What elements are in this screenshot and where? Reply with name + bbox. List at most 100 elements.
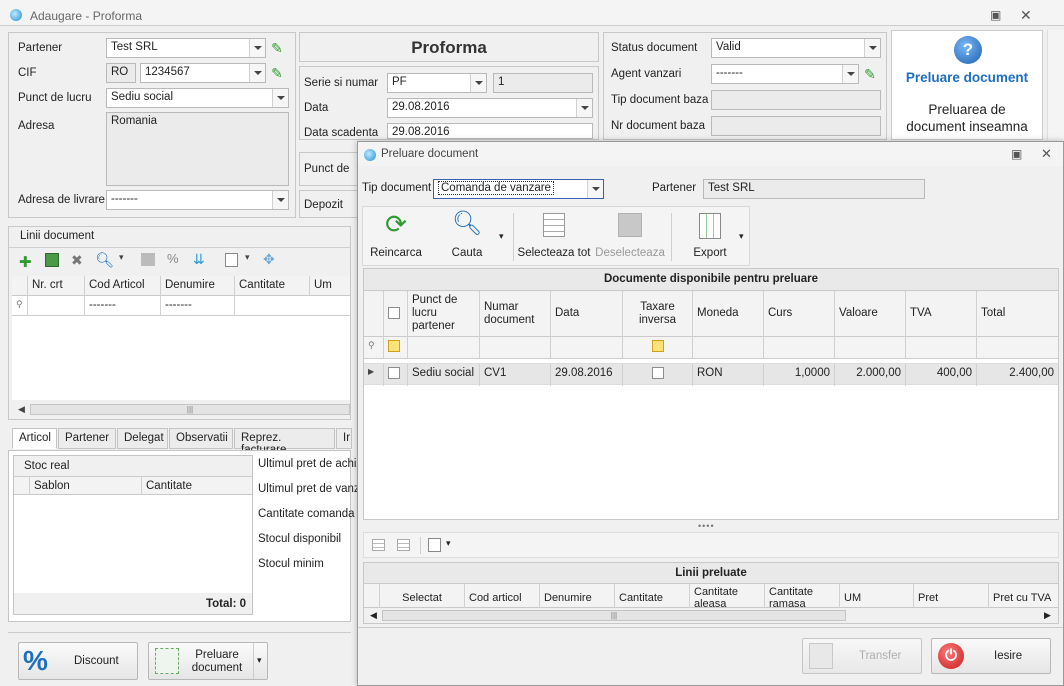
serie-select[interactable]: PF [387,73,487,93]
col-cantitate[interactable]: Cantitate [235,276,310,296]
chevron-down-icon[interactable] [470,74,486,92]
numar-input[interactable]: 1 [493,73,593,93]
percent-icon[interactable]: % [167,251,179,266]
scroll-right-icon[interactable]: ▶ [1044,610,1051,621]
help-scrollbar[interactable] [1047,30,1064,140]
row-checkbox[interactable] [384,364,408,386]
filter-denumire[interactable]: ------- [161,296,235,316]
documente-filter-row[interactable]: ⚲ [364,337,1058,359]
filter-cod[interactable]: ------- [85,296,161,316]
linii-filter-row[interactable]: ⚲ ------- ------- [12,296,350,316]
punct-lucru-select[interactable]: Sediu social [106,88,289,108]
col-denumire[interactable]: Denumire [540,584,615,608]
restore-icon[interactable]: ▣ [1011,147,1022,161]
stamp-icon[interactable] [141,253,155,266]
col-selectat[interactable]: Selectat [380,584,465,608]
col-taxare-inversa[interactable]: Taxare inversa [623,291,693,337]
col-valoare[interactable]: Valoare [835,291,906,337]
chevron-down-icon[interactable]: ▾ [245,252,250,263]
tab-delegat[interactable]: Delegat [117,428,168,449]
reincarca-button[interactable]: ⟳ Reincarca [367,209,425,265]
splitter-handle[interactable]: •••• [698,521,715,531]
col-curs[interactable]: Curs [764,291,835,337]
transfer-button[interactable]: Transfer [802,638,922,674]
chevron-down-icon[interactable]: ▾ [739,231,744,242]
chevron-down-icon[interactable] [249,64,265,82]
discount-button[interactable]: % Discount [18,642,138,680]
col-denumire[interactable]: Denumire [161,276,235,296]
scroll-left-icon[interactable]: ◀ [370,610,377,621]
chevron-down-icon[interactable]: ▾ [446,538,451,549]
selecteaza-tot-button[interactable]: Selecteaza tot [517,209,591,265]
col-numar-document[interactable]: Numar document [480,291,551,337]
select-all-checkbox[interactable] [384,291,408,337]
agent-select[interactable]: ------- [711,64,859,84]
chevron-down-icon[interactable] [864,39,880,57]
col-moneda[interactable]: Moneda [693,291,764,337]
filter-taxare-icon[interactable] [623,337,693,359]
col-pret-cu-tva[interactable]: Pret cu TVA [989,584,1058,608]
chevron-down-icon[interactable]: ▾ [257,655,262,666]
export-button[interactable]: Export ▾ [679,209,744,265]
col-tva[interactable]: TVA [906,291,977,337]
row-taxare-checkbox[interactable] [623,364,693,386]
tip-document-select[interactable]: Comanda de vanzare [433,179,604,199]
arrows-down-icon[interactable]: ⇊ [193,251,205,268]
cauta-button[interactable]: 🔍︎ Cauta ▾ [437,209,504,265]
deselecteaza-button[interactable]: Deselecteaza [595,209,665,265]
list-alt-icon[interactable] [397,539,410,551]
excel-import-icon[interactable] [45,253,59,267]
status-select[interactable]: Valid [711,38,881,58]
col-cantitate-aleasa[interactable]: Cantitate aleasa [690,584,765,608]
list-icon[interactable] [372,539,385,551]
delete-icon[interactable]: ✖ [71,252,83,269]
scroll-thumb[interactable]: ||| [30,404,350,415]
preluare-document-button[interactable]: Preluare document ▾ [148,642,268,680]
chevron-down-icon[interactable] [249,39,265,57]
edit-cif-icon[interactable]: ✎ [268,63,286,83]
linii-hscrollbar[interactable]: ◀ ||| [12,402,350,417]
chevron-down-icon[interactable] [272,191,288,209]
col-stoc-cantitate[interactable]: Cantitate [142,477,252,496]
col-pret[interactable]: Pret [914,584,989,608]
tab-partener[interactable]: Partener [58,428,116,449]
linii-preluate-hscrollbar[interactable]: ◀ ||| ▶ [364,608,1058,623]
col-cantitate[interactable]: Cantitate [615,584,690,608]
col-sablon[interactable]: Sablon [30,477,142,496]
tab-reprez-facturare[interactable]: Reprez. facturare [234,428,335,456]
col-total[interactable]: Total [977,291,1058,337]
filter-check-icon[interactable] [384,337,408,359]
cif-input[interactable]: 1234567 [140,63,266,83]
data-picker[interactable]: 29.08.2016 [387,98,593,118]
adresa-textarea[interactable]: Romania [106,112,289,186]
edit-partener-icon[interactable]: ✎ [268,38,286,58]
chevron-down-icon[interactable] [587,180,603,198]
chevron-down-icon[interactable] [272,89,288,107]
scroll-thumb[interactable]: ||| [382,610,846,621]
move-icon[interactable]: ✥ [263,251,275,268]
search-icon[interactable]: 🔍︎ [95,251,114,269]
chevron-down-icon[interactable] [842,65,858,83]
col-data[interactable]: Data [551,291,623,337]
tab-observatii[interactable]: Observatii [169,428,233,449]
restore-icon[interactable]: ▣ [990,8,1001,22]
close-icon[interactable]: ✕ [1041,146,1052,162]
edit-agent-icon[interactable]: ✎ [861,64,879,84]
col-punct-lucru[interactable]: Punct de lucru partener [408,291,480,337]
partener-select[interactable]: Test SRL [106,38,266,58]
col-cod-articol[interactable]: Cod articol [465,584,540,608]
col-nr-crt[interactable]: Nr. crt [28,276,85,296]
chevron-down-icon[interactable]: ▾ [499,231,504,242]
adresa-livrare-select[interactable]: ------- [106,190,289,210]
scadenta-picker[interactable]: 29.08.2016 [387,123,593,139]
layout-icon[interactable] [428,538,441,552]
col-um[interactable]: UM [840,584,914,608]
close-icon[interactable]: ✕ [1020,7,1032,24]
chevron-down-icon[interactable]: ▾ [119,252,124,263]
col-cod-articol[interactable]: Cod Articol [85,276,161,296]
scroll-left-icon[interactable]: ◀ [18,404,25,415]
col-cantitate-ramasa[interactable]: Cantitate ramasa [765,584,840,608]
table-row[interactable]: ▶ Sediu social CV1 29.08.2016 RON 1,0000… [364,363,1058,386]
tab-articol[interactable]: Articol [12,428,57,449]
add-icon[interactable]: ✚ [19,253,32,271]
